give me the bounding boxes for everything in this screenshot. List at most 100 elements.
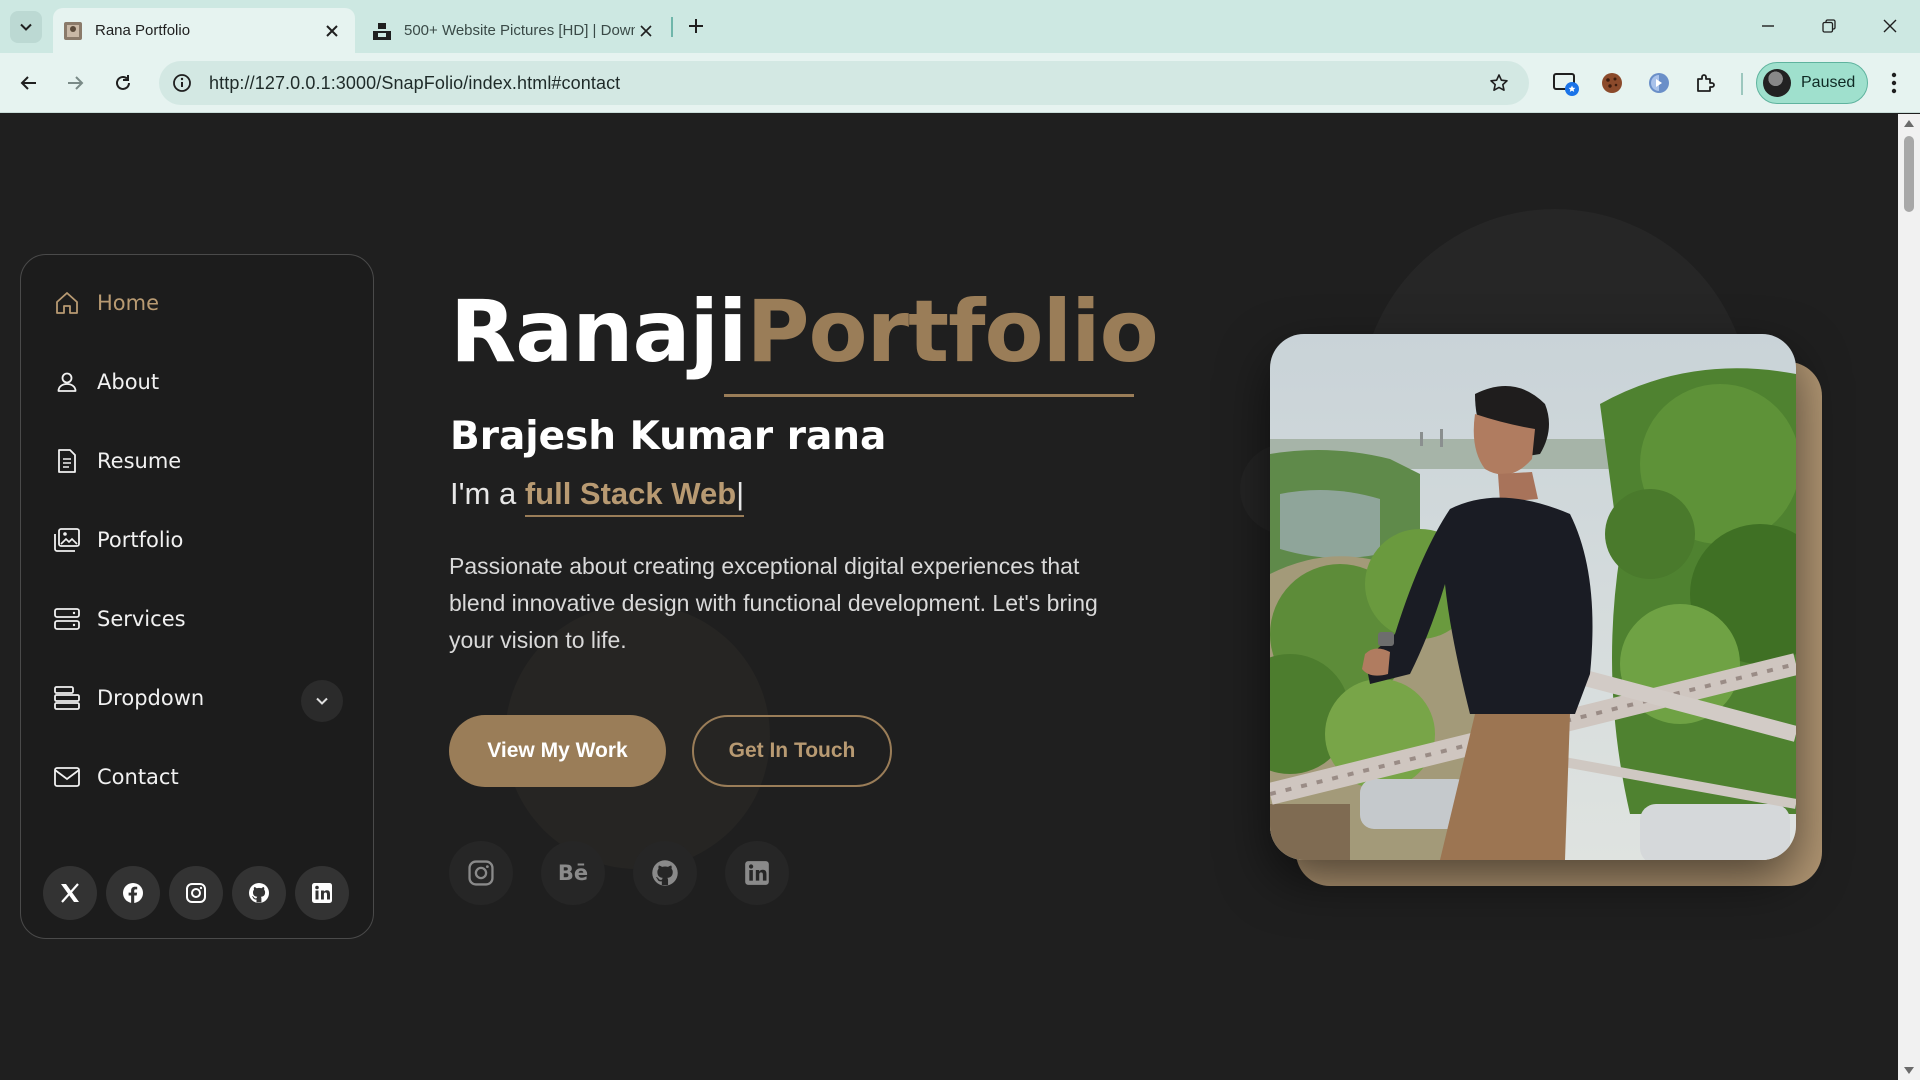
new-tab-button[interactable] [682, 12, 710, 40]
sidebar-item-label: About [97, 370, 160, 394]
linkedin-icon [312, 883, 332, 903]
page-viewport: Home About Resume Portfolio Services Dro… [0, 114, 1898, 1080]
hdd-stack-icon [51, 603, 83, 635]
sidebar-item-label: Dropdown [97, 686, 205, 710]
scroll-down-arrow-icon[interactable] [1904, 1067, 1914, 1074]
tab-title: 500+ Website Pictures [HD] | Down [404, 22, 635, 39]
arrow-right-icon [68, 76, 84, 90]
x-twitter-icon [61, 883, 79, 903]
view-my-work-button[interactable]: View My Work [449, 715, 666, 787]
close-window-button[interactable] [1876, 12, 1904, 40]
file-text-icon [51, 445, 83, 477]
restore-button[interactable] [1815, 12, 1843, 40]
url-text[interactable]: http://127.0.0.1:3000/SnapFolio/index.ht… [209, 73, 1481, 94]
facebook-button[interactable] [106, 866, 160, 920]
hero-title-second: Portfolio [746, 282, 1158, 382]
hero-typed-line: I'm a full Stack Web| [450, 476, 745, 517]
get-in-touch-button[interactable]: Get In Touch [692, 715, 892, 787]
minimize-icon [1762, 25, 1774, 27]
github-icon [652, 860, 678, 886]
sidebar-item-portfolio[interactable]: Portfolio [51, 516, 351, 564]
close-icon [640, 24, 652, 37]
sidebar-item-label: Portfolio [97, 528, 184, 552]
toolbar-divider [1741, 73, 1743, 95]
more-vertical-icon [1891, 72, 1897, 94]
typed-text: full Stack Web [524, 476, 737, 511]
tab-divider [671, 17, 673, 37]
reload-icon [116, 75, 130, 90]
hero-linkedin-button[interactable] [725, 841, 789, 905]
unsplash-favicon-icon [373, 22, 391, 40]
sidebar-item-label: Home [97, 291, 160, 315]
scrollbar-thumb[interactable] [1904, 136, 1914, 212]
reload-button[interactable] [107, 67, 139, 99]
shield-extension-icon[interactable] [1643, 67, 1675, 99]
avatar [1763, 69, 1791, 97]
minimize-button[interactable] [1754, 12, 1782, 40]
sidebar-item-home[interactable]: Home [51, 279, 351, 327]
sidebar-item-contact[interactable]: Contact [51, 753, 351, 801]
plus-icon [689, 19, 703, 33]
chevron-down-icon [20, 23, 32, 31]
home-icon [51, 287, 83, 319]
sidebar-item-resume[interactable]: Resume [51, 437, 351, 485]
address-bar[interactable]: http://127.0.0.1:3000/SnapFolio/index.ht… [159, 61, 1529, 105]
browser-tabstrip: Rana Portfolio 500+ Website Pictures [HD… [0, 0, 1920, 53]
instagram-icon [468, 860, 494, 886]
hero-name: Brajesh Kumar rana [450, 414, 887, 459]
linkedin-button[interactable] [295, 866, 349, 920]
browser-toolbar: http://127.0.0.1:3000/SnapFolio/index.ht… [0, 53, 1920, 113]
hero-description: Passionate about creating exceptional di… [449, 553, 1098, 653]
close-icon [326, 24, 338, 37]
profile-button[interactable]: Paused [1756, 62, 1868, 104]
instagram-icon [186, 883, 206, 903]
cast-extension-icon[interactable] [1550, 67, 1582, 99]
github-button[interactable] [232, 866, 286, 920]
person-icon [51, 366, 83, 398]
sidebar-item-label: Services [97, 607, 186, 631]
site-info-icon[interactable] [163, 64, 201, 102]
envelope-icon [51, 761, 83, 793]
extensions-puzzle-icon[interactable] [1690, 67, 1722, 99]
profile-status: Paused [1801, 74, 1856, 91]
typed-prefix: I'm a [450, 476, 525, 511]
sidebar-item-label: Contact [97, 765, 179, 789]
typed-caret: | [736, 476, 745, 511]
tab-close-button[interactable] [321, 20, 343, 42]
linkedin-icon [745, 861, 769, 885]
profile-photo-illustration [1270, 334, 1796, 860]
dropdown-toggle-button[interactable] [301, 680, 343, 722]
hero-instagram-button[interactable] [449, 841, 513, 905]
profile-photo [1270, 334, 1796, 860]
menu-stack-icon [51, 682, 83, 714]
sidebar-item-about[interactable]: About [51, 358, 351, 406]
hero-behance-button[interactable]: Bē [541, 841, 605, 905]
title-underline [724, 394, 1134, 397]
sidebar-item-label: Resume [97, 449, 182, 473]
hero-github-button[interactable] [633, 841, 697, 905]
back-button[interactable] [13, 67, 45, 99]
browser-menu-button[interactable] [1880, 67, 1908, 99]
hero-title-first: Ranaji [450, 282, 747, 382]
restore-icon [1822, 19, 1836, 33]
chevron-down-icon [316, 697, 328, 705]
page-scrollbar[interactable] [1898, 114, 1920, 1080]
facebook-icon [123, 883, 143, 903]
sidebar-nav: Home About Resume Portfolio Services Dro… [20, 254, 374, 939]
arrow-left-icon [20, 76, 36, 90]
x-twitter-button[interactable] [43, 866, 97, 920]
bookmark-star-icon[interactable] [1481, 65, 1517, 101]
sidebar-item-services[interactable]: Services [51, 595, 351, 643]
cookie-extension-icon[interactable] [1596, 67, 1628, 99]
tab-rana-portfolio[interactable]: Rana Portfolio [53, 8, 355, 53]
tab-search-button[interactable] [10, 11, 42, 43]
tab-close-button[interactable] [635, 20, 657, 42]
forward-button[interactable] [59, 67, 91, 99]
instagram-button[interactable] [169, 866, 223, 920]
tab-website-pictures[interactable]: 500+ Website Pictures [HD] | Down [362, 8, 669, 53]
behance-icon: Bē [557, 861, 589, 885]
scroll-up-arrow-icon[interactable] [1904, 120, 1914, 127]
hero-title: RanajiPortfolio [450, 289, 1159, 375]
close-icon [1883, 19, 1897, 33]
images-icon [51, 524, 83, 556]
